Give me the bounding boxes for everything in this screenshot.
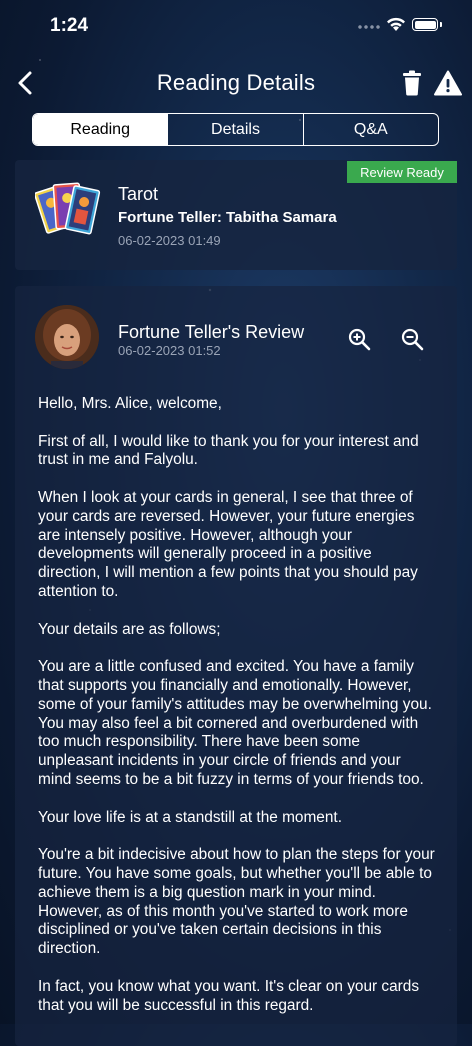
fortune-teller-name: Fortune Teller: Tabitha Samara [118, 209, 337, 226]
trash-icon[interactable] [400, 70, 424, 96]
wifi-icon [387, 17, 405, 31]
tab-qa[interactable]: Q&A [302, 114, 438, 145]
battery-cap [440, 22, 442, 27]
review-paragraph: Your details are as follows; [38, 620, 221, 638]
review-title: Fortune Teller's Review [118, 322, 305, 342]
zoom-in-icon[interactable] [347, 327, 371, 351]
status-bar: 1:24 [0, 0, 472, 54]
review-paragraph: Your love life is at a standstill at the… [38, 808, 342, 826]
status-badge: Review Ready [347, 161, 457, 183]
review-paragraph: When I look at your cards in general, I … [38, 488, 418, 600]
review-body: Hello, Mrs. Alice, welcome, First of all… [38, 395, 438, 1034]
nav-header: Reading Details [0, 58, 472, 108]
review-date: 06-02-2023 01:52 [118, 343, 221, 358]
tarot-cards-icon [35, 182, 101, 235]
report-warning-icon[interactable] [434, 70, 462, 96]
tab-details[interactable]: Details [167, 114, 302, 145]
review-paragraph: First of all, I would like to thank you … [38, 432, 419, 469]
review-paragraph: Hello, Mrs. Alice, welcome, [38, 395, 222, 412]
battery-icon [412, 18, 438, 31]
signal-dots-icon [357, 25, 381, 29]
zoom-out-icon[interactable] [400, 327, 424, 351]
review-paragraph: You're a bit indecisive about how to pla… [38, 846, 435, 958]
review-paragraph: You are a little confused and excited. Y… [38, 658, 432, 788]
review-paragraph: In fact, you know what you want. It's cl… [38, 977, 420, 1014]
tab-reading[interactable]: Reading [33, 114, 168, 145]
avatar [35, 305, 99, 369]
status-time: 1:24 [50, 15, 89, 36]
reading-date: 06-02-2023 01:49 [118, 233, 221, 248]
segmented-tabs: Reading Details Q&A [32, 113, 439, 146]
reading-type: Tarot [118, 184, 159, 204]
